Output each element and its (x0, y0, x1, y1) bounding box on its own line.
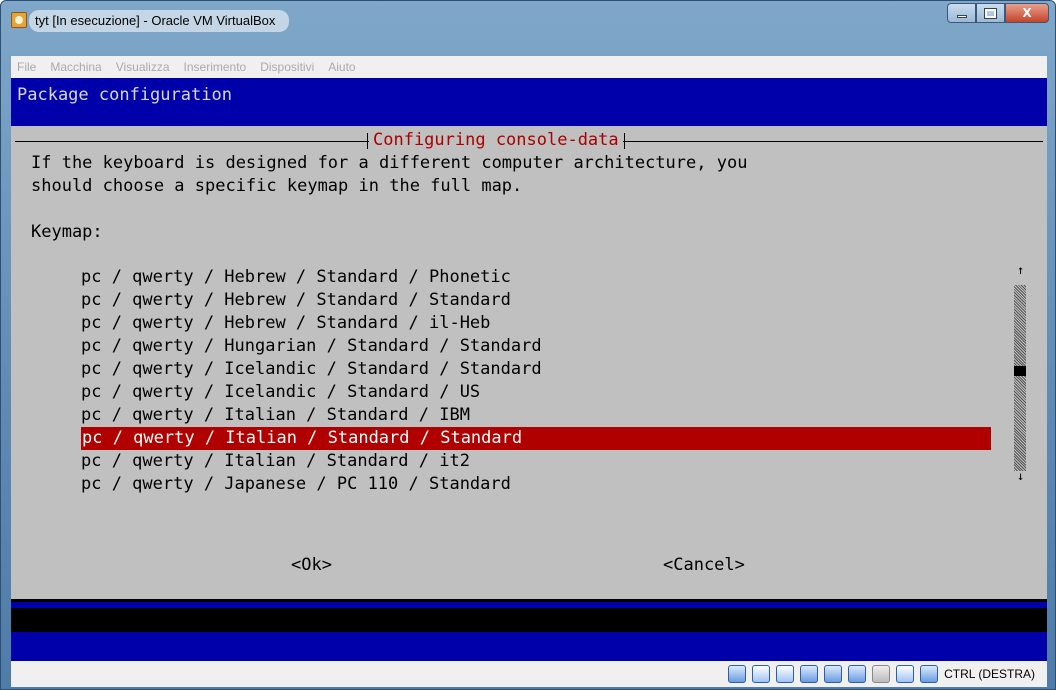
keymap-option[interactable]: pc / qwerty / Icelandic / Standard / US (81, 381, 480, 404)
close-button[interactable]: X (1005, 3, 1049, 23)
keymap-option[interactable]: pc / qwerty / Hebrew / Standard / il-Heb (81, 312, 490, 335)
usb-icon[interactable] (776, 665, 795, 683)
maximize-button[interactable] (976, 3, 1005, 23)
scrollbar-thumb[interactable] (1014, 366, 1026, 376)
keymap-option[interactable]: pc / qwerty / Hungarian / Standard / Sta… (81, 335, 542, 358)
menu-file[interactable]: File (17, 60, 36, 74)
maximize-icon (984, 7, 997, 19)
network-icon[interactable] (752, 665, 771, 683)
menu-view[interactable]: Visualizza (116, 60, 170, 74)
dialog-title: Configuring console-data (367, 129, 625, 152)
package-configuration-header: Package configuration (17, 85, 232, 105)
shared-folder-icon[interactable] (800, 665, 819, 683)
console-data-dialog: Configuring console-data If the keyboard… (11, 126, 1047, 599)
menu-devices[interactable]: Dispositivi (260, 60, 314, 74)
keymap-option[interactable]: pc / qwerty / Hebrew / Standard / Phonet… (81, 266, 511, 289)
virtualization-icon[interactable] (872, 665, 891, 683)
menu-machine[interactable]: Macchina (50, 60, 101, 74)
network-adapter-icon[interactable] (848, 665, 867, 683)
menu-help[interactable]: Aiuto (328, 60, 355, 74)
keymap-option[interactable]: pc / qwerty / Icelandic / Standard / Sta… (81, 358, 542, 381)
minimize-icon (956, 15, 967, 18)
window-controls: X (947, 3, 1049, 23)
menu-bar: File Macchina Visualizza Inserimento Dis… (11, 56, 1047, 78)
keymap-option[interactable]: pc / qwerty / Hebrew / Standard / Standa… (81, 289, 511, 312)
scroll-down-arrow-icon[interactable]: ↓ (1017, 469, 1024, 483)
scroll-up-arrow-icon[interactable]: ↑ (1017, 263, 1024, 277)
dialog-description-line-1: If the keyboard is designed for a differ… (31, 153, 748, 173)
keymap-option[interactable]: pc / qwerty / Japanese / PC 110 / Standa… (81, 473, 511, 496)
scrollbar-track[interactable] (1014, 285, 1026, 471)
dialog-shadow (11, 608, 1047, 632)
keymap-option[interactable]: pc / qwerty / Italian / Standard / it2 (81, 450, 470, 473)
minimize-button[interactable] (947, 3, 976, 23)
arrow-down-icon[interactable] (920, 665, 939, 683)
keymap-label: Keymap: (31, 222, 103, 242)
keymap-option[interactable]: pc / qwerty / Italian / Standard / IBM (81, 404, 470, 427)
dialog-border-bottom (11, 599, 1047, 602)
ok-button[interactable]: <Ok> (291, 554, 332, 577)
title-bar[interactable]: tyt [In esecuzione] - Oracle VM VirtualB… (1, 1, 1055, 41)
display-icon[interactable] (824, 665, 843, 683)
keymap-option-selected[interactable]: pc / qwerty / Italian / Standard / Stand… (81, 427, 991, 450)
close-icon: X (1022, 6, 1032, 20)
virtualbox-app-icon (11, 12, 27, 28)
status-bar: CTRL (DESTRA) (11, 661, 1047, 687)
host-key-label: CTRL (DESTRA) (944, 667, 1035, 681)
hard-disk-icon[interactable] (728, 665, 747, 683)
menu-input[interactable]: Inserimento (184, 60, 247, 74)
vm-screen[interactable]: Package configuration Configuring consol… (11, 78, 1047, 661)
window-title: tyt [In esecuzione] - Oracle VM VirtualB… (29, 10, 290, 32)
dialog-description-line-2: should choose a specific keymap in the f… (31, 176, 523, 196)
vm-window: tyt [In esecuzione] - Oracle VM VirtualB… (0, 0, 1056, 690)
cancel-button[interactable]: <Cancel> (663, 554, 745, 577)
mouse-integration-icon[interactable] (896, 665, 915, 683)
